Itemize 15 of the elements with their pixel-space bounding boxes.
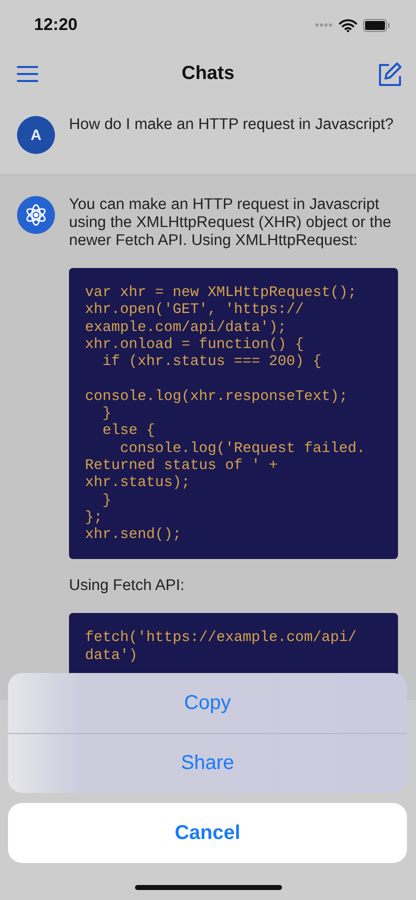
action-button[interactable]: Share	[8, 733, 407, 793]
wifi-icon	[339, 18, 357, 32]
atom-icon	[24, 203, 48, 227]
cancel-button[interactable]: Cancel	[8, 803, 407, 863]
battery-icon	[363, 18, 390, 32]
compose-icon[interactable]	[376, 62, 402, 86]
status-time: 12:20	[34, 15, 78, 35]
screen-title: Chats	[182, 63, 234, 85]
user-avatar: A	[17, 116, 55, 154]
signal-icon	[315, 23, 333, 27]
message-text: You can make an HTTP request in Javascript using the XMLHttpRequest (XHR) object or the newer Fetch API. Using XMLHttpRequest:	[69, 196, 392, 250]
code-block: var xhr = new XMLHttpRequest(); xhr.open('GET', 'https:// example.com/api/data'); xhr.onload = function() { if (xhr.status === 200) { console.log(xhr.responseText); } else { console.log('Request failed. Returned status of ' + xhr.status); } }; xhr.send();	[69, 268, 398, 560]
message-text: How do I make an HTTP request in Javascript?	[69, 116, 394, 134]
message-text: Using Fetch API:	[69, 577, 186, 596]
menu-icon[interactable]	[16, 65, 39, 83]
